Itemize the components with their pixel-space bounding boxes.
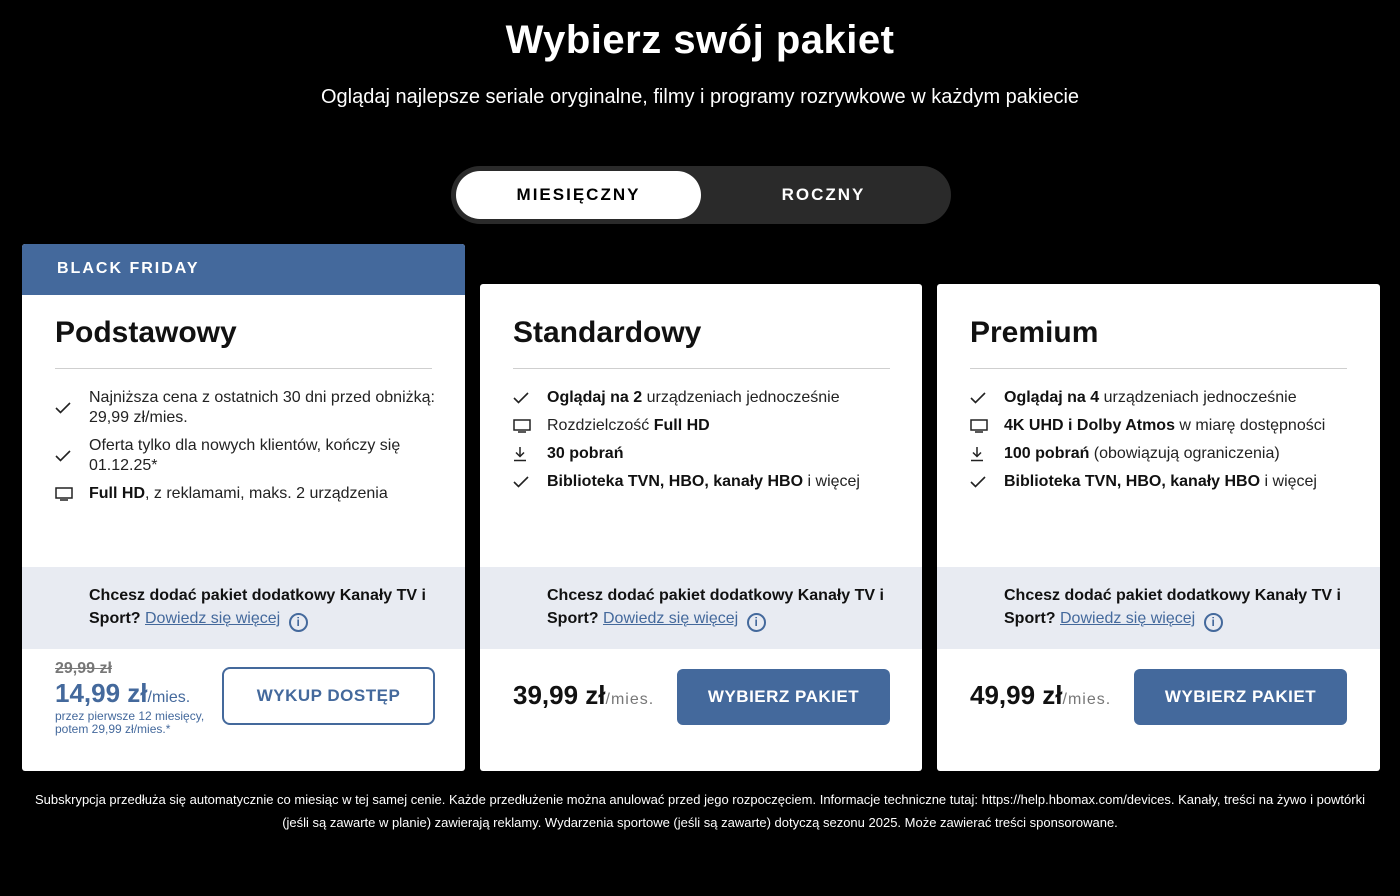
feature-text: 4K UHD i Dolby Atmos w miarę dostępności bbox=[1004, 417, 1326, 434]
choose-plan-button[interactable]: WYBIERZ PAKIET bbox=[1134, 669, 1347, 725]
plan-card-basic: BLACK FRIDAY Podstawowy Najniższa cena z… bbox=[22, 244, 465, 771]
learn-more-link[interactable]: Dowiedz się więcej bbox=[1060, 610, 1195, 627]
info-icon[interactable]: i bbox=[746, 613, 766, 632]
feature-text: Full HD, z reklamami, maks. 2 urządzenia bbox=[89, 485, 388, 502]
monitor-icon bbox=[513, 419, 547, 433]
plan-name: Podstawowy bbox=[55, 316, 237, 349]
check-icon bbox=[970, 476, 1004, 488]
feature-text: Rozdzielczość Full HD bbox=[547, 417, 710, 434]
plan-card-standard: Standardowy Oglądaj na 2 urządzeniach je… bbox=[480, 284, 922, 771]
monitor-icon bbox=[970, 419, 1004, 433]
legal-footer: Subskrypcja przedłuża się automatycznie … bbox=[34, 792, 1365, 830]
feature-list: Oglądaj na 4 urządzeniach jednocześnie 4… bbox=[970, 388, 1355, 500]
info-icon[interactable]: i bbox=[288, 613, 308, 632]
divider bbox=[513, 368, 890, 369]
feature-text: Oglądaj na 2 urządzeniach jednocześnie bbox=[547, 389, 840, 406]
feature-item: Oglądaj na 4 urządzeniach jednocześnie bbox=[970, 388, 1355, 408]
divider bbox=[55, 368, 432, 369]
black-friday-ribbon: BLACK FRIDAY bbox=[22, 244, 465, 295]
feature-item: Oferta tylko dla nowych klientów, kończy… bbox=[55, 436, 440, 476]
billing-period-toggle: MIESIĘCZNY ROCZNY bbox=[451, 166, 951, 224]
check-icon bbox=[513, 476, 547, 488]
get-access-button[interactable]: WYKUP DOSTĘP bbox=[222, 667, 435, 725]
yearly-option[interactable]: ROCZNY bbox=[701, 171, 946, 219]
check-icon bbox=[55, 402, 89, 414]
divider bbox=[970, 368, 1347, 369]
feature-text: Biblioteka TVN, HBO, kanały HBO i więcej bbox=[547, 473, 860, 490]
monitor-icon bbox=[55, 487, 89, 501]
feature-item: 4K UHD i Dolby Atmos w miarę dostępności bbox=[970, 416, 1355, 436]
check-icon bbox=[55, 450, 89, 462]
price: 49,99 zł/mies. bbox=[970, 680, 1112, 710]
feature-item: 100 pobrań (obowiązują ograniczenia) bbox=[970, 444, 1355, 464]
info-icon[interactable]: i bbox=[1203, 613, 1223, 632]
feature-item: 30 pobrań bbox=[513, 444, 898, 464]
page-subtitle: Oglądaj najlepsze seriale oryginalne, fi… bbox=[320, 86, 1080, 108]
plan-name: Premium bbox=[970, 316, 1099, 349]
feature-item: Oglądaj na 2 urządzeniach jednocześnie bbox=[513, 388, 898, 408]
check-icon bbox=[513, 392, 547, 404]
addon-promo: Chcesz dodać pakiet dodatkowy Kanały TV … bbox=[22, 567, 465, 649]
learn-more-link[interactable]: Dowiedz się więcej bbox=[603, 610, 738, 627]
feature-item: Full HD, z reklamami, maks. 2 urządzenia bbox=[55, 484, 440, 504]
feature-item: Najniższa cena z ostatnich 30 dni przed … bbox=[55, 388, 440, 428]
feature-item: Biblioteka TVN, HBO, kanały HBO i więcej bbox=[970, 472, 1355, 492]
feature-list: Najniższa cena z ostatnich 30 dni przed … bbox=[55, 388, 440, 512]
monthly-option[interactable]: MIESIĘCZNY bbox=[456, 171, 701, 219]
feature-item: Biblioteka TVN, HBO, kanały HBO i więcej bbox=[513, 472, 898, 492]
plan-card-premium: Premium Oglądaj na 4 urządzeniach jednoc… bbox=[937, 284, 1380, 771]
learn-more-link[interactable]: Dowiedz się więcej bbox=[145, 610, 280, 627]
choose-plan-button[interactable]: WYBIERZ PAKIET bbox=[677, 669, 890, 725]
feature-text: Oferta tylko dla nowych klientów, kończy… bbox=[89, 437, 401, 474]
addon-promo: Chcesz dodać pakiet dodatkowy Kanały TV … bbox=[937, 567, 1380, 649]
price-note: przez pierwsze 12 miesięcy, potem 29,99 … bbox=[55, 709, 205, 736]
feature-text: 30 pobrań bbox=[547, 445, 624, 462]
feature-text: Oglądaj na 4 urządzeniach jednocześnie bbox=[1004, 389, 1297, 406]
feature-item: Rozdzielczość Full HD bbox=[513, 416, 898, 436]
feature-text: 100 pobrań (obowiązują ograniczenia) bbox=[1004, 445, 1280, 462]
price: 39,99 zł/mies. bbox=[513, 680, 655, 710]
addon-promo: Chcesz dodać pakiet dodatkowy Kanały TV … bbox=[480, 567, 922, 649]
plan-name: Standardowy bbox=[513, 316, 702, 349]
page-title: Wybierz swój pakiet bbox=[505, 18, 895, 62]
price: 14,99 zł/mies. bbox=[55, 678, 191, 708]
feature-text: Biblioteka TVN, HBO, kanały HBO i więcej bbox=[1004, 473, 1317, 490]
old-price: 29,99 zł bbox=[55, 660, 112, 677]
feature-text: Najniższa cena z ostatnich 30 dni przed … bbox=[89, 389, 435, 426]
check-icon bbox=[970, 392, 1004, 404]
download-icon bbox=[513, 446, 547, 462]
download-icon bbox=[970, 446, 1004, 462]
feature-list: Oglądaj na 2 urządzeniach jednocześnie R… bbox=[513, 388, 898, 500]
